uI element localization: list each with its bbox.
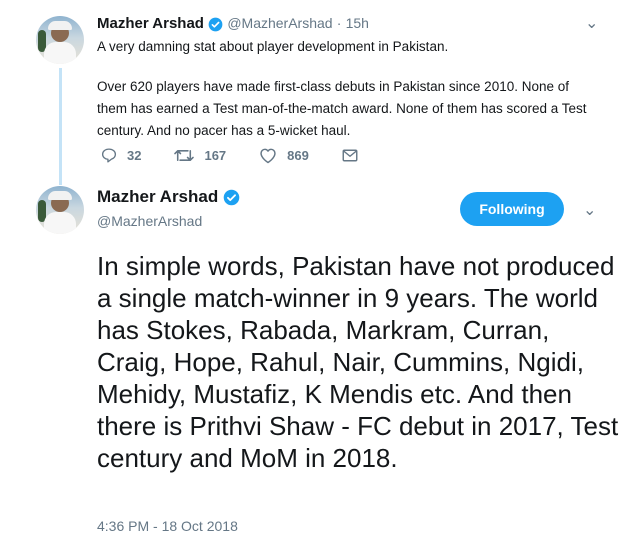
reply-button[interactable]: 32: [100, 147, 141, 164]
retweet-button[interactable]: 167: [173, 147, 226, 164]
chevron-down-icon[interactable]: ⌄: [583, 200, 596, 220]
author-handle[interactable]: @MazherArshad: [227, 15, 332, 31]
separator: ·: [336, 15, 342, 31]
like-button[interactable]: 869: [258, 147, 309, 164]
message-icon: [342, 149, 358, 162]
like-icon: [260, 148, 276, 164]
verified-badge-icon: [208, 17, 223, 31]
direct-message-button[interactable]: [341, 148, 368, 163]
reply-icon: [101, 148, 117, 163]
avatar[interactable]: [36, 186, 84, 234]
author-name[interactable]: Mazher Arshad: [97, 187, 218, 207]
tweet-text: In simple words, Pakistan have not produ…: [97, 251, 619, 473]
thread-connector-line: [59, 68, 62, 185]
avatar[interactable]: [36, 16, 84, 64]
following-button[interactable]: Following: [460, 192, 564, 226]
author-handle[interactable]: @MazherArshad: [97, 213, 202, 229]
retweet-count: 167: [204, 148, 227, 163]
author-name[interactable]: Mazher Arshad: [97, 15, 204, 32]
chevron-down-icon[interactable]: ⌄: [585, 13, 598, 33]
tweet-time[interactable]: 15h: [346, 15, 369, 31]
verified-badge-icon: [223, 189, 240, 205]
tweet-header: Mazher Arshad @MazherArshad · 15h: [97, 15, 369, 32]
tweet-text-intro: A very damning stat about player develop…: [97, 39, 449, 54]
tweet-actions: 32 167 869: [100, 147, 400, 164]
tweet-timestamp[interactable]: 4:36 PM - 18 Oct 2018: [97, 518, 238, 534]
author-name-row: Mazher Arshad: [97, 187, 240, 207]
retweet-icon: [174, 150, 195, 161]
tweet-text-body: Over 620 players have made first-class d…: [97, 79, 587, 138]
like-count: 869: [287, 148, 309, 163]
reply-count: 32: [127, 148, 142, 163]
